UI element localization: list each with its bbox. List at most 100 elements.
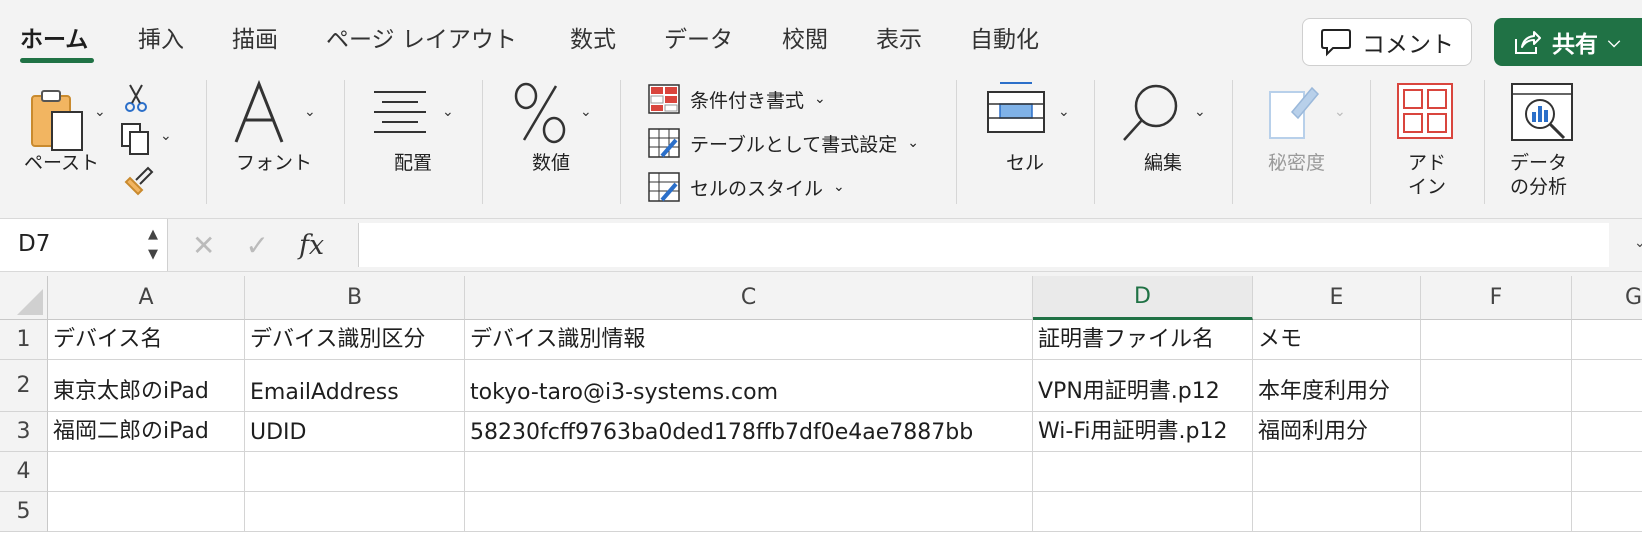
cell-e5[interactable]	[1253, 492, 1421, 532]
ribbon-separator	[1094, 80, 1095, 204]
cell-b3[interactable]: UDID	[245, 412, 465, 452]
name-box[interactable]: D7 ▲ ▼	[0, 219, 168, 271]
cell-c3[interactable]: 58230fcff9763ba0ded178ffb7df0e4ae7887bb	[465, 412, 1033, 452]
cell-d4[interactable]	[1033, 452, 1253, 492]
column-header-a[interactable]: A	[48, 276, 245, 320]
chevron-down-icon[interactable]: ⌄	[1634, 235, 1642, 251]
alignment-group[interactable]: ⌄ 配置	[350, 72, 480, 218]
select-all-corner[interactable]	[0, 276, 48, 320]
cell-c2[interactable]: tokyo-taro@i3-systems.com	[465, 360, 1033, 412]
cell-c5[interactable]	[465, 492, 1033, 532]
cell-b2[interactable]: EmailAddress	[245, 360, 465, 412]
chevron-down-icon: ⌄	[304, 104, 316, 120]
share-label: 共有	[1552, 32, 1598, 58]
tab-draw[interactable]: 描画	[232, 20, 278, 54]
name-box-value: D7	[18, 231, 51, 257]
formula-bar: D7 ▲ ▼ ✕ ✓ fx ⌄	[0, 218, 1642, 272]
chevron-down-icon: ⌄	[1334, 104, 1346, 120]
column-header-b[interactable]: B	[245, 276, 465, 320]
cell-f1[interactable]	[1421, 320, 1572, 360]
cells-icon	[987, 82, 1045, 133]
row-header[interactable]: 1	[0, 320, 48, 360]
tab-data[interactable]: データ	[664, 20, 733, 54]
ribbon-separator	[206, 80, 207, 204]
insert-function-icon[interactable]: fx	[299, 230, 324, 261]
editing-group[interactable]: ⌄ 編集	[1100, 72, 1230, 218]
column-header-g[interactable]: G	[1572, 276, 1642, 320]
cell-g1[interactable]	[1572, 320, 1642, 360]
cell-a3[interactable]: 福岡二郎のiPad	[48, 412, 245, 452]
cell-g4[interactable]	[1572, 452, 1642, 492]
column-header-f[interactable]: F	[1421, 276, 1572, 320]
cell-a4[interactable]	[48, 452, 245, 492]
share-button[interactable]: 共有 ⌵	[1494, 18, 1642, 66]
cell-e1[interactable]: メモ	[1253, 320, 1421, 360]
row-header[interactable]: 3	[0, 412, 48, 452]
row-header[interactable]: 2	[0, 360, 48, 412]
column-header-e[interactable]: E	[1253, 276, 1421, 320]
cell-g3[interactable]	[1572, 412, 1642, 452]
formula-input[interactable]	[358, 223, 1609, 267]
percent-icon	[514, 82, 566, 144]
ribbon: ⌄ ペースト ⌄ ⌄ フォント ⌄ 配置 ⌄ 数値 条件付き書式 ⌄ テーブルと…	[0, 72, 1642, 218]
conditional-formatting-button[interactable]: 条件付き書式 ⌄	[648, 82, 826, 116]
row-header[interactable]: 5	[0, 492, 48, 532]
copy-icon[interactable]	[120, 122, 152, 156]
worksheet-grid[interactable]: A B C D E F G 1 2 3 4 5 デバイス名 デバイス識別区分 デ…	[0, 276, 1642, 540]
ribbon-separator	[1232, 80, 1233, 204]
tab-automate[interactable]: 自動化	[970, 20, 1039, 54]
cell-d2[interactable]: VPN用証明書.p12	[1033, 360, 1253, 412]
format-as-table-button[interactable]: テーブルとして書式設定 ⌄	[648, 126, 919, 160]
cell-f3[interactable]	[1421, 412, 1572, 452]
cell-a5[interactable]	[48, 492, 245, 532]
column-header-d[interactable]: D	[1033, 276, 1253, 320]
paste-dropdown-chevron-icon[interactable]: ⌄	[94, 104, 106, 120]
name-box-stepper-icon[interactable]: ▲ ▼	[148, 225, 158, 265]
ribbon-separator	[1484, 80, 1485, 204]
cell-styles-button[interactable]: セルのスタイル ⌄	[648, 170, 845, 204]
cell-b1[interactable]: デバイス識別区分	[245, 320, 465, 360]
cell-d5[interactable]	[1033, 492, 1253, 532]
tab-formulas[interactable]: 数式	[570, 20, 616, 54]
cell-f4[interactable]	[1421, 452, 1572, 492]
cell-f2[interactable]	[1421, 360, 1572, 412]
confirm-check-icon[interactable]: ✓	[245, 229, 268, 262]
tab-insert[interactable]: 挿入	[138, 20, 184, 54]
editing-label: 編集	[1144, 152, 1183, 174]
tab-home[interactable]: ホーム	[20, 20, 88, 54]
font-group[interactable]: ⌄ フォント	[210, 72, 340, 218]
cell-e3[interactable]: 福岡利用分	[1253, 412, 1421, 452]
tab-view[interactable]: 表示	[876, 20, 922, 54]
addins-group[interactable]: アド イン	[1376, 72, 1476, 218]
chevron-down-icon: ⌄	[442, 104, 454, 120]
paste-icon[interactable]	[28, 88, 88, 156]
column-header-c[interactable]: C	[465, 276, 1033, 320]
number-group[interactable]: ⌄ 数値	[488, 72, 618, 218]
analyze-data-group[interactable]: データ の分析	[1490, 72, 1610, 218]
font-icon	[234, 80, 284, 143]
cell-d3[interactable]: Wi-Fi用証明書.p12	[1033, 412, 1253, 452]
tab-page-layout[interactable]: ページ レイアウト	[326, 20, 517, 54]
analyze-data-icon	[1511, 83, 1573, 141]
copy-dropdown-chevron-icon[interactable]: ⌄	[160, 128, 172, 144]
cell-c1[interactable]: デバイス識別情報	[465, 320, 1033, 360]
cell-g5[interactable]	[1572, 492, 1642, 532]
cell-a2[interactable]: 東京太郎のiPad	[48, 360, 245, 412]
cells-group[interactable]: ⌄ セル	[962, 72, 1092, 218]
cell-b4[interactable]	[245, 452, 465, 492]
cell-c4[interactable]	[465, 452, 1033, 492]
cancel-icon[interactable]: ✕	[192, 229, 215, 262]
cell-a1[interactable]: デバイス名	[48, 320, 245, 360]
tab-review[interactable]: 校閲	[782, 20, 828, 54]
comment-button[interactable]: コメント	[1302, 18, 1472, 66]
format-painter-icon[interactable]	[122, 164, 156, 196]
addins-label-line2: イン	[1408, 176, 1447, 198]
cell-g2[interactable]	[1572, 360, 1642, 412]
cut-icon[interactable]	[122, 82, 150, 114]
row-header[interactable]: 4	[0, 452, 48, 492]
cell-d1[interactable]: 証明書ファイル名	[1033, 320, 1253, 360]
cell-e4[interactable]	[1253, 452, 1421, 492]
cell-f5[interactable]	[1421, 492, 1572, 532]
cell-b5[interactable]	[245, 492, 465, 532]
cell-e2[interactable]: 本年度利用分	[1253, 360, 1421, 412]
